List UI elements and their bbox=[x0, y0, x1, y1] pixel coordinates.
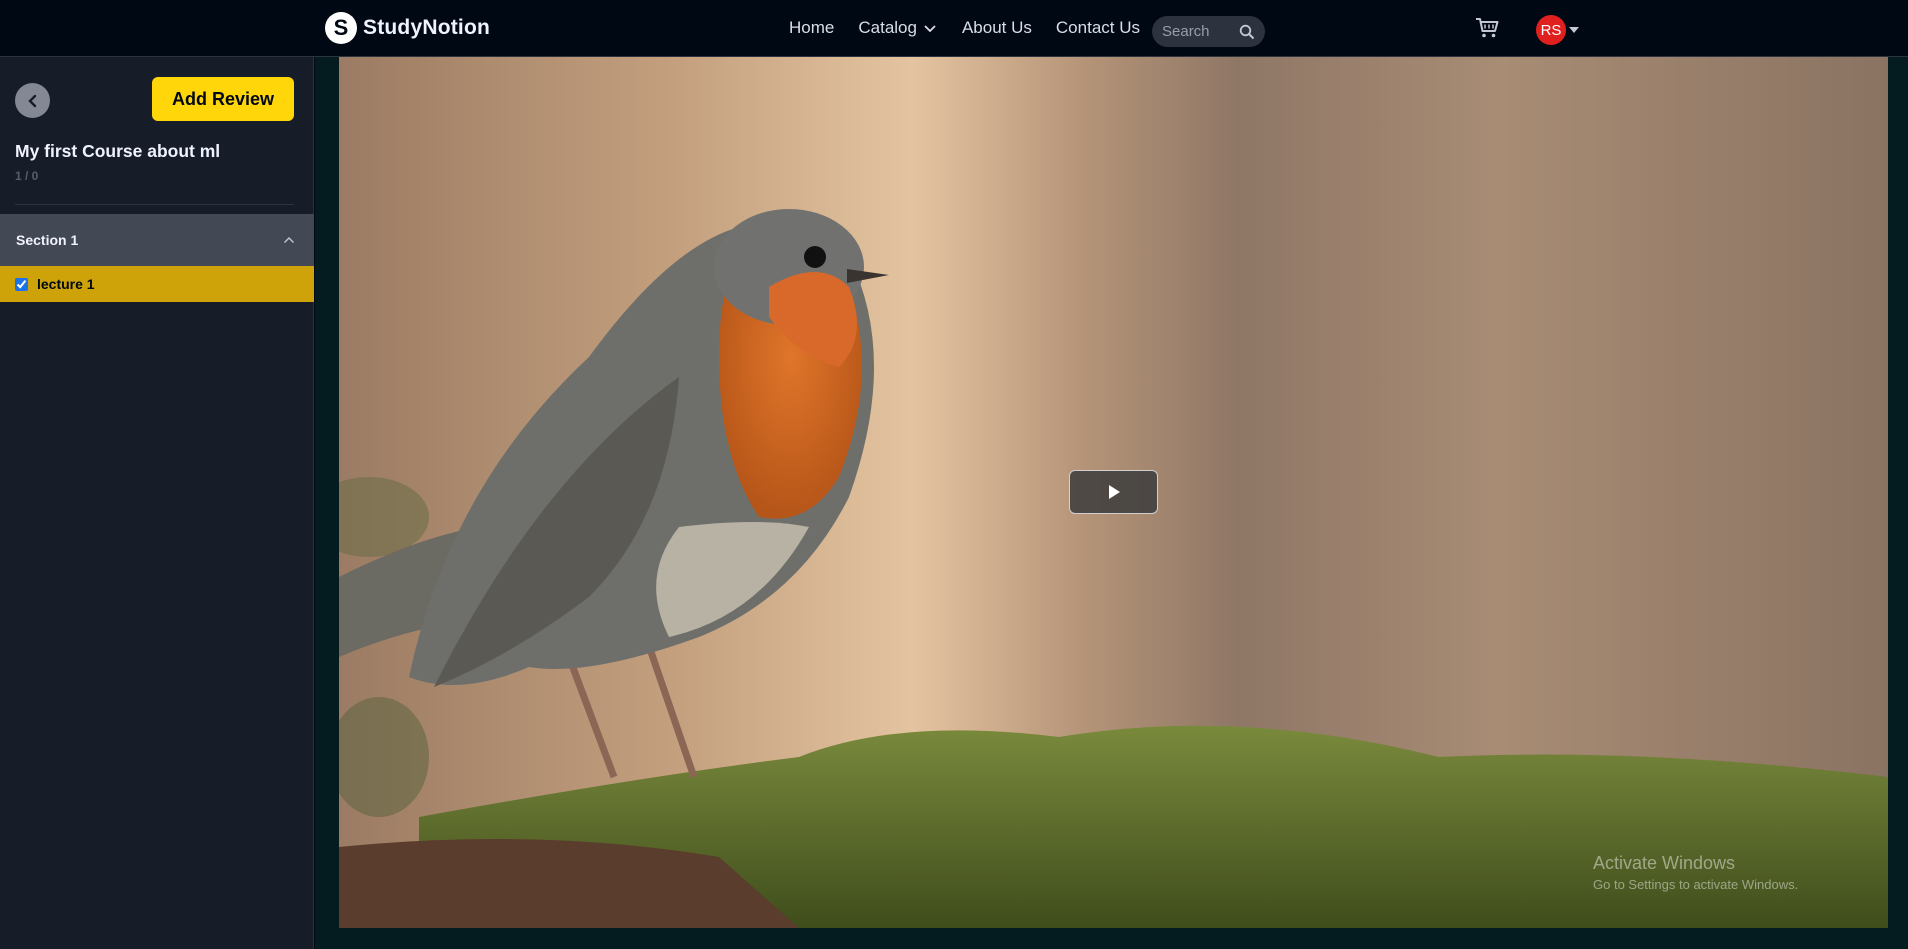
nav-link-label: About Us bbox=[961, 18, 1032, 37]
nav-menu: Home Catalog About Us Contact Us bbox=[789, 18, 1140, 38]
brand-name: StudyNotion bbox=[363, 16, 491, 39]
search-input[interactable] bbox=[1162, 23, 1234, 40]
play-icon bbox=[1108, 485, 1120, 499]
nav-link-about[interactable]: About Us bbox=[962, 18, 1032, 38]
avatar: RS bbox=[1536, 15, 1566, 45]
nav-link-label: Home bbox=[789, 18, 835, 37]
logo-icon: S bbox=[325, 12, 357, 44]
search-bar bbox=[1152, 16, 1265, 47]
cart-icon[interactable] bbox=[1474, 15, 1500, 41]
play-button[interactable] bbox=[1069, 470, 1158, 514]
add-review-button[interactable]: Add Review bbox=[152, 77, 294, 121]
video-area: Activate Windows Go to Settings to activ… bbox=[315, 57, 1908, 949]
search-icon[interactable] bbox=[1239, 24, 1255, 40]
chevron-left-icon bbox=[27, 94, 36, 107]
nav-link-home[interactable]: Home bbox=[789, 18, 834, 38]
lecture-item[interactable]: lecture 1 bbox=[0, 266, 314, 302]
lecture-progress: 1 / 0 bbox=[15, 169, 39, 183]
lecture-title: lecture 1 bbox=[37, 276, 95, 292]
profile-dropdown[interactable]: RS bbox=[1536, 15, 1579, 45]
video-player[interactable]: Activate Windows Go to Settings to activ… bbox=[339, 57, 1888, 928]
chevron-up-icon bbox=[284, 237, 294, 243]
nav-link-catalog[interactable]: Catalog bbox=[858, 18, 938, 38]
nav-link-contact[interactable]: Contact Us bbox=[1056, 18, 1140, 38]
watermark-title: Activate Windows bbox=[1593, 853, 1736, 873]
nav-link-label: Catalog bbox=[858, 18, 917, 37]
course-sidebar: Add Review My first Course about ml 1 / … bbox=[0, 57, 314, 949]
section-header[interactable]: Section 1 bbox=[0, 214, 314, 266]
watermark-subtitle: Go to Settings to activate Windows. bbox=[1593, 877, 1799, 892]
section-title: Section 1 bbox=[16, 232, 79, 248]
nav-link-label: Contact Us bbox=[1055, 18, 1140, 37]
course-title: My first Course about ml bbox=[15, 141, 221, 161]
caret-down-icon bbox=[1569, 27, 1579, 33]
chevron-down-icon bbox=[924, 25, 936, 33]
windows-activation-watermark: Activate Windows Go to Settings to activ… bbox=[1593, 853, 1798, 892]
back-button[interactable] bbox=[15, 83, 50, 118]
divider bbox=[15, 204, 294, 205]
lecture-complete-checkbox[interactable] bbox=[15, 277, 28, 291]
navbar: S StudyNotion Home Catalog About Us Cont… bbox=[0, 0, 1908, 57]
brand-logo[interactable]: S StudyNotion bbox=[325, 12, 490, 44]
